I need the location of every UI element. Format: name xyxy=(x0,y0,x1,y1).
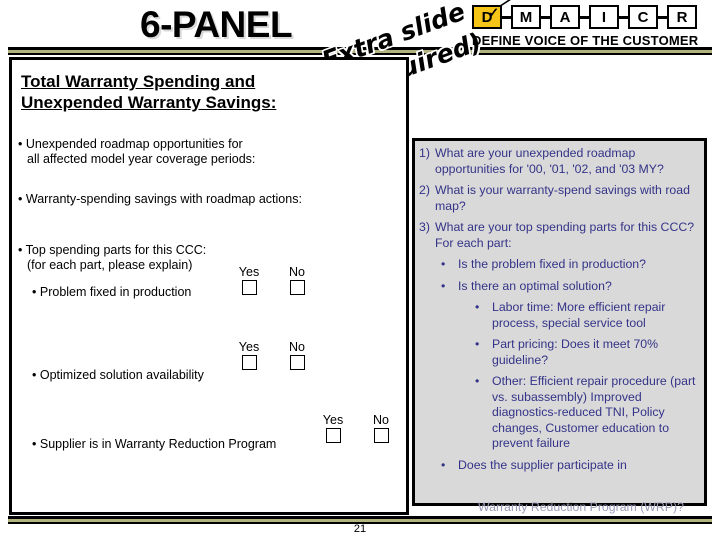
left-bullet-warranty-savings: • Warranty-spending savings with roadmap… xyxy=(18,192,302,207)
dmaic-connector xyxy=(580,15,589,19)
left-bullet-supplier-wrp: • Supplier is in Warranty Reduction Prog… xyxy=(32,437,276,452)
checkbox-label-no: No xyxy=(373,413,389,427)
list-marker: 2) xyxy=(419,183,430,197)
left-panel-heading: Total Warranty Spending and Unexpended W… xyxy=(21,71,276,113)
right-question-list: 1) What are your unexpended roadmap oppor… xyxy=(415,141,704,479)
left-bullet-4-line-1: • Problem fixed in production xyxy=(32,285,192,299)
checkbox-no-optimized-solution[interactable] xyxy=(289,355,305,370)
right-question-item: • Labor time: More efficient repair proce… xyxy=(419,300,700,331)
right-question-item: • Is the problem fixed in production? xyxy=(419,257,700,273)
list-marker: 1) xyxy=(419,146,430,160)
list-marker: • xyxy=(441,257,446,271)
left-bullet-1-line-2: all affected model year coverage periods… xyxy=(27,152,256,166)
left-bullet-3-line-1: • Top spending parts for this CCC: xyxy=(18,243,207,257)
list-item-text: Other: Efficient repair procedure (part … xyxy=(492,374,696,450)
list-item-text: What is your warranty-spend savings with… xyxy=(435,183,690,213)
checkbox-no-supplier-wrp[interactable] xyxy=(373,428,389,443)
dmaic-phase-label: C xyxy=(637,8,649,26)
checkbox-col-no: No xyxy=(282,265,312,295)
top-divider-inner xyxy=(8,50,712,53)
dmaic-phase-label: I xyxy=(601,8,607,26)
right-question-item: 1) What are your unexpended roadmap oppor… xyxy=(419,146,700,177)
right-question-item: • Part pricing: Does it meet 70% guidelin… xyxy=(419,337,700,368)
checkbox-yes-problem-fixed[interactable] xyxy=(241,280,257,295)
check-icon: ✓ xyxy=(488,5,499,20)
dmaic-connector xyxy=(541,15,550,19)
left-panel-heading-line-2: Unexpended Warranty Savings: xyxy=(21,93,277,112)
list-marker: • xyxy=(441,457,446,472)
bottom-divider-inner xyxy=(8,519,712,522)
checkbox-col-no: No xyxy=(282,340,312,370)
left-bullet-top-spending-parts: • Top spending parts for this CCC: (for … xyxy=(18,243,206,273)
checkbox-label-no: No xyxy=(289,340,305,354)
dmaic-phase-c[interactable]: C xyxy=(628,5,658,29)
left-bullet-problem-fixed: • Problem fixed in production xyxy=(32,285,191,300)
right-question-item: • Other: Efficient repair procedure (part… xyxy=(419,374,700,452)
left-bullet-3-line-2: (for each part, please explain) xyxy=(27,258,193,272)
checkbox-col-yes: Yes xyxy=(318,413,348,443)
right-question-item: 3) What are your top spending parts for t… xyxy=(419,220,700,251)
dmaic-phase-r[interactable]: R xyxy=(667,5,697,29)
right-question-item: 2) What is your warranty-spend savings wi… xyxy=(419,183,700,214)
dmaic-phase-m[interactable]: M xyxy=(511,5,541,29)
left-panel-heading-line-1: Total Warranty Spending and xyxy=(21,72,256,91)
list-marker: • xyxy=(441,278,446,293)
checkbox-label-yes: Yes xyxy=(238,340,260,354)
checkbox-no-problem-fixed[interactable] xyxy=(289,280,305,295)
dmaic-subtitle: DEFINE VOICE OF THE CUSTOMER xyxy=(472,33,699,48)
dmaic-connector xyxy=(658,15,667,19)
page-number: 21 xyxy=(353,523,367,535)
dmaic-phase-a[interactable]: A xyxy=(550,5,580,29)
dmaic-connector xyxy=(619,15,628,19)
list-item-text: Does the supplier participate in xyxy=(458,457,627,472)
dmaic-phase-label: A xyxy=(559,8,571,26)
list-item-text: Is the problem fixed in production? xyxy=(458,257,646,271)
checkbox-label-yes: Yes xyxy=(238,265,260,279)
checkbox-col-yes: Yes xyxy=(234,265,264,295)
dmaic-boxes: D ✓ M A I C R xyxy=(472,5,697,29)
list-item-text: Labor time: More efficient repair proces… xyxy=(492,300,666,330)
dmaic-phase-i[interactable]: I xyxy=(589,5,619,29)
slide-canvas: 6-PANEL Extra slide (if required) D✓MAIC… xyxy=(0,0,720,540)
dmaic-phase-label: M xyxy=(519,8,533,26)
list-item-text: Is there an optimal solution? xyxy=(458,278,612,293)
left-bullet-1-line-1: • Unexpended roadmap opportunities for xyxy=(18,137,243,151)
list-marker: • xyxy=(475,337,480,351)
right-question-item: • Is there an optimal solution? xyxy=(419,279,700,295)
right-question-panel: 1) What are your unexpended roadmap oppor… xyxy=(412,138,707,506)
dmaic-phase-d[interactable]: D ✓ xyxy=(472,5,502,29)
checkbox-col-yes: Yes xyxy=(234,340,264,370)
list-marker: • xyxy=(475,300,480,314)
right-question-item: • Does the supplier participate in xyxy=(419,458,700,474)
checkbox-yes-supplier-wrp[interactable] xyxy=(325,428,341,443)
list-item-text: What are your top spending parts for thi… xyxy=(435,220,695,250)
left-bullet-6-line-1: • Supplier is in Warranty Reduction Prog… xyxy=(32,437,277,451)
list-item-text: What are your unexpended roadmap opportu… xyxy=(435,146,664,176)
left-bullet-optimized-solution: • Optimized solution availability xyxy=(32,368,204,383)
list-marker: 3) xyxy=(419,220,430,234)
list-item-text: Part pricing: Does it meet 70% guideline… xyxy=(492,337,659,367)
dmaic-phase-label: R xyxy=(676,8,688,26)
left-bullet-2-line-1: • Warranty-spending savings with roadmap… xyxy=(18,192,302,206)
checkbox-yes-optimized-solution[interactable] xyxy=(241,355,257,370)
checkbox-label-no: No xyxy=(289,265,305,279)
dmaic-phase-strip: D ✓ M A I C R DEFINE VOICE OF THE CUSTOMER xyxy=(472,0,716,49)
page-title: 6-PANEL xyxy=(140,4,293,45)
right-panel-overflow-text: Warranty Reduction Program (WRP)? xyxy=(478,500,684,514)
checkbox-label-yes: Yes xyxy=(322,413,344,427)
list-marker: • xyxy=(475,374,480,388)
dmaic-connector xyxy=(502,15,511,19)
left-bullet-unexpended-roadmap: • Unexpended roadmap opportunities for a… xyxy=(18,137,255,167)
left-bullet-5-line-1: • Optimized solution availability xyxy=(32,368,204,382)
checkbox-col-no: No xyxy=(366,413,396,443)
